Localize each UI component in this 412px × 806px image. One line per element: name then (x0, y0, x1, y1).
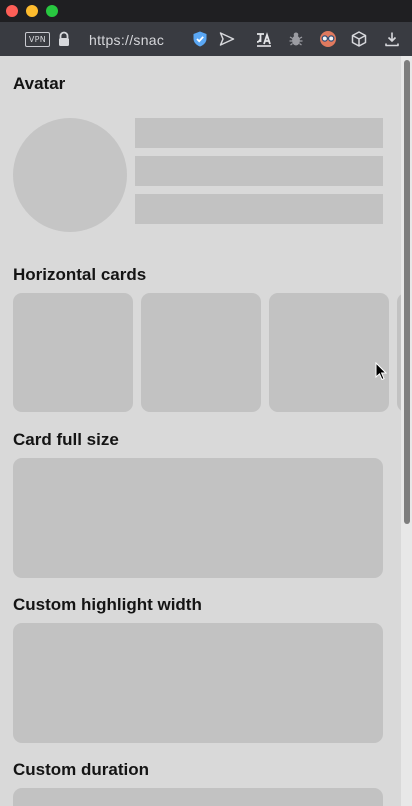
send-icon[interactable] (218, 30, 236, 48)
address-bar[interactable]: https://snac (89, 31, 175, 49)
window-titlebar (0, 0, 412, 22)
horizontal-card-skeleton (13, 293, 133, 412)
text-line-skeleton (135, 156, 383, 186)
zoom-window-button[interactable] (46, 5, 58, 17)
cube-icon[interactable] (350, 30, 368, 48)
page-content[interactable]: Avatar Horizontal cards Card full size C… (0, 56, 401, 806)
avatar-skeleton (13, 118, 127, 232)
shield-icon[interactable] (191, 30, 209, 48)
section-title-card-full-size: Card full size (13, 430, 119, 449)
vpn-badge[interactable]: VPN (25, 32, 50, 47)
lock-icon[interactable] (57, 31, 71, 47)
text-line-skeleton (135, 118, 383, 148)
highlight-card-skeleton (13, 623, 383, 743)
download-icon[interactable] (383, 30, 401, 48)
section-title-horizontal-cards: Horizontal cards (13, 265, 147, 284)
horizontal-card-skeleton (269, 293, 389, 412)
browser-toolbar: VPN https://snac (0, 22, 412, 56)
text-line-skeleton (135, 194, 383, 224)
horizontal-card-skeleton (141, 293, 261, 412)
bug-icon[interactable] (287, 30, 305, 48)
section-title-avatar: Avatar (13, 74, 66, 93)
section-title-custom-highlight-width: Custom highlight width (13, 595, 202, 614)
translate-icon[interactable] (255, 30, 273, 48)
vertical-scrollbar[interactable] (401, 56, 412, 806)
mouse-cursor-icon (375, 362, 387, 381)
close-window-button[interactable] (6, 5, 18, 17)
section-title-custom-duration: Custom duration (13, 760, 149, 779)
minimize-window-button[interactable] (26, 5, 38, 17)
scrollbar-thumb[interactable] (404, 60, 410, 524)
duration-card-skeleton (13, 788, 383, 806)
mask-icon[interactable] (319, 30, 337, 48)
full-card-skeleton (13, 458, 383, 578)
